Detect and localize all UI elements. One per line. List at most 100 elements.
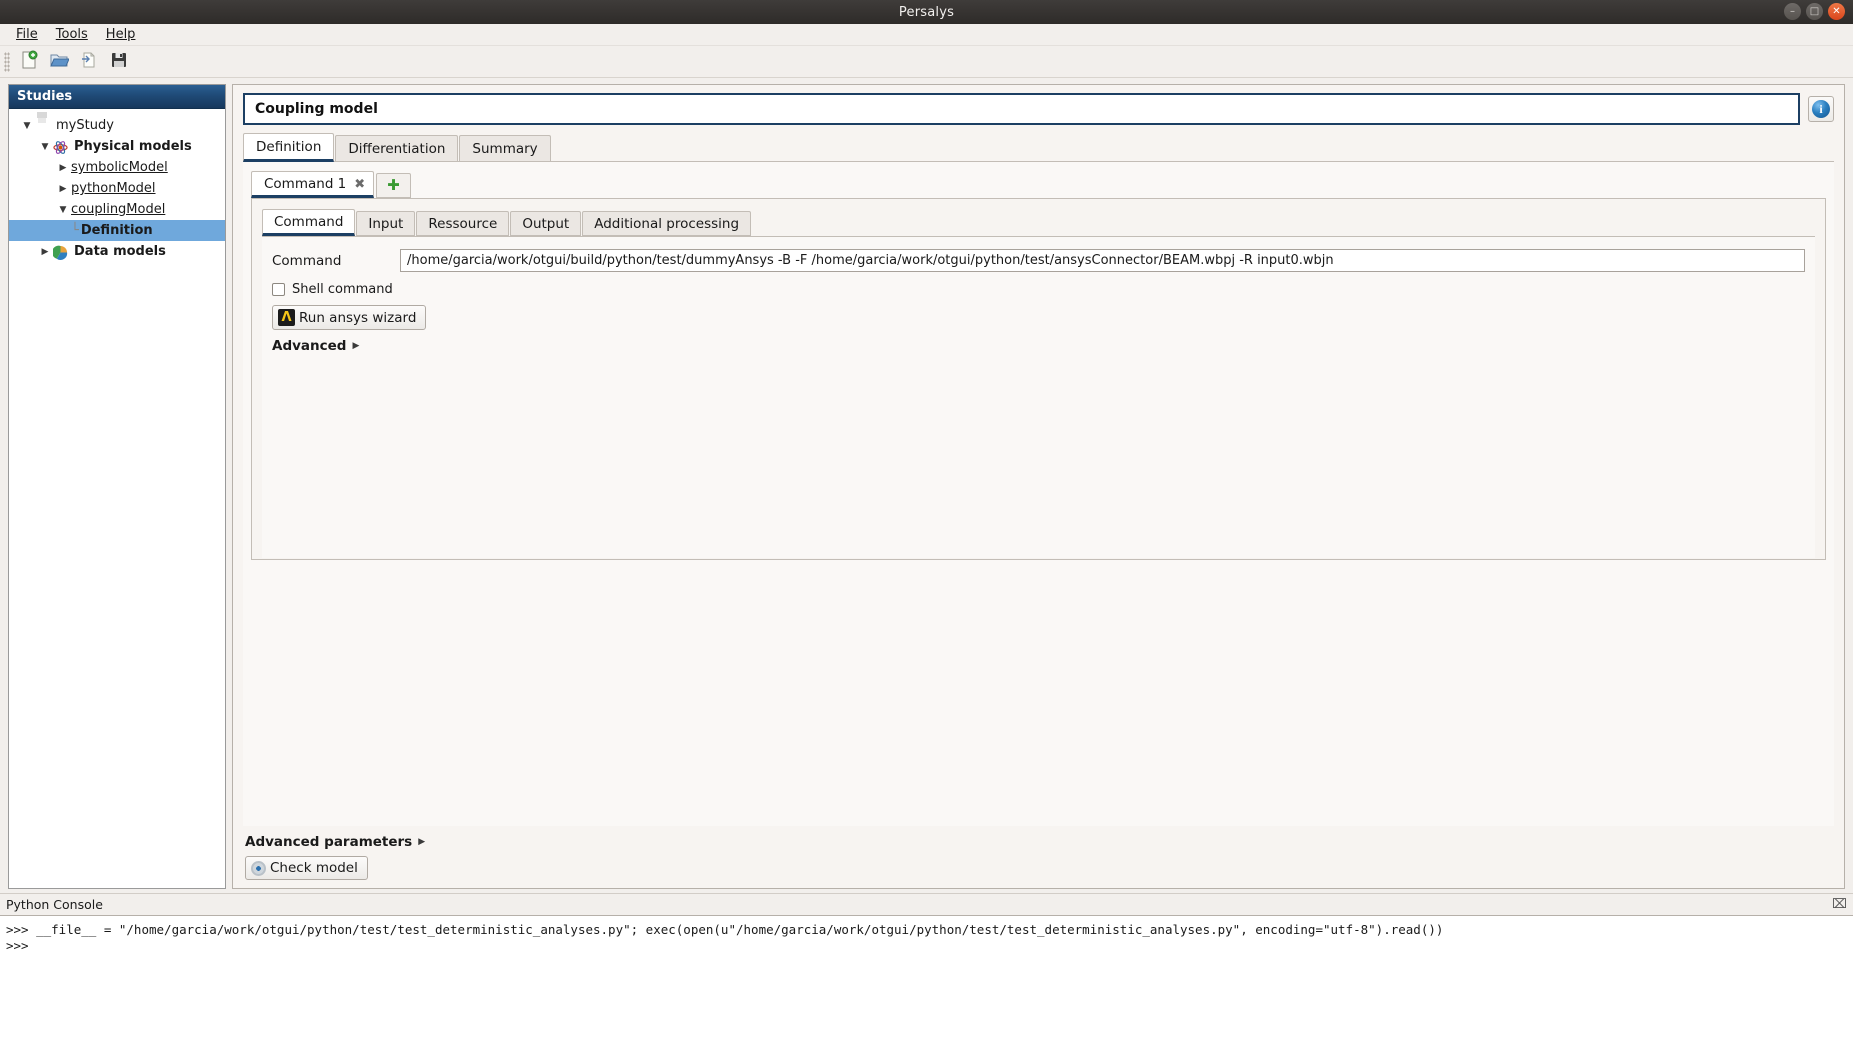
- python-console-title: Python Console: [6, 897, 103, 912]
- studies-panel-header: Studies: [9, 85, 225, 109]
- pie-icon: [53, 244, 71, 260]
- python-console-header: Python Console ⌧: [0, 893, 1853, 915]
- tab-command-1[interactable]: Command 1 ✖: [251, 171, 374, 198]
- advanced-parameters-label: Advanced parameters: [245, 834, 412, 850]
- tree-item-physical-models-label: Physical models: [74, 139, 192, 154]
- command-input[interactable]: /home/garcia/work/otgui/build/python/tes…: [400, 249, 1805, 272]
- close-icon[interactable]: ✖: [354, 177, 365, 192]
- close-icon[interactable]: ⌧: [1832, 897, 1847, 912]
- menu-help-label: Help: [106, 27, 136, 42]
- tree-item-physical-models[interactable]: ▼ Physical models: [9, 136, 225, 157]
- studies-panel: Studies ▼ myStudy ▼ Physical models: [8, 84, 226, 889]
- check-model-button[interactable]: Check model: [245, 856, 368, 880]
- command-panel: Command Input Ressource Output Additiona…: [251, 198, 1826, 560]
- chevron-right-icon[interactable]: ▶: [55, 163, 71, 173]
- advanced-label: Advanced: [272, 338, 346, 354]
- tab-ressource-label: Ressource: [428, 216, 497, 232]
- tab-differentiation[interactable]: Differentiation: [335, 135, 458, 161]
- command-label: Command: [272, 253, 400, 269]
- tree-item-couplingmodel[interactable]: ▼ couplingModel: [9, 199, 225, 220]
- inner-tabs: Command Input Ressource Output Additiona…: [262, 209, 1815, 236]
- close-window-button[interactable]: ✕: [1828, 3, 1845, 20]
- tree-item-mystudy-label: myStudy: [56, 118, 114, 133]
- minimize-button[interactable]: –: [1784, 3, 1801, 20]
- tree-item-mystudy[interactable]: ▼ myStudy: [9, 115, 225, 136]
- add-command-button[interactable]: ✚: [376, 173, 411, 198]
- toolbar-drag-handle[interactable]: [4, 52, 10, 72]
- chevron-down-icon[interactable]: ▼: [19, 121, 35, 131]
- atom-icon: [53, 139, 71, 155]
- import-script-button[interactable]: [75, 49, 103, 75]
- tab-ressource[interactable]: Ressource: [416, 211, 509, 236]
- new-document-icon: [19, 50, 39, 74]
- open-study-button[interactable]: [45, 49, 73, 75]
- tree-item-symbolicmodel[interactable]: ▶ symbolicModel: [9, 157, 225, 178]
- tree-item-couplingmodel-label: couplingModel: [71, 202, 165, 217]
- outer-tabs: Definition Differentiation Summary: [243, 133, 1834, 161]
- new-study-button[interactable]: [15, 49, 43, 75]
- main-area: Studies ▼ myStudy ▼ Physical models: [0, 78, 1853, 893]
- command-tab-body: Command /home/garcia/work/otgui/build/py…: [262, 236, 1815, 558]
- shell-command-label: Shell command: [292, 282, 393, 297]
- shell-command-row[interactable]: Shell command: [272, 282, 1805, 297]
- tab-differentiation-label: Differentiation: [348, 141, 445, 157]
- tab-command[interactable]: Command: [262, 209, 355, 236]
- info-button[interactable]: i: [1808, 96, 1834, 122]
- content-panel: Coupling model i Definition Differentiat…: [232, 84, 1845, 889]
- import-script-icon: [79, 50, 99, 74]
- menubar: File Tools Help: [0, 24, 1853, 46]
- open-folder-icon: [49, 50, 69, 74]
- maximize-button[interactable]: □: [1806, 3, 1823, 20]
- advanced-parameters-disclosure[interactable]: Advanced parameters ▶: [245, 834, 1832, 850]
- chevron-down-icon[interactable]: ▼: [37, 142, 53, 152]
- tab-definition-label: Definition: [256, 139, 321, 155]
- tab-summary[interactable]: Summary: [459, 135, 550, 161]
- menu-help[interactable]: Help: [98, 25, 144, 44]
- toolbar: [0, 46, 1853, 78]
- tab-output[interactable]: Output: [510, 211, 581, 236]
- menu-tools-label: Tools: [56, 27, 88, 42]
- page-title-row: Coupling model i: [243, 93, 1834, 125]
- tab-input[interactable]: Input: [356, 211, 415, 236]
- tree-item-definition[interactable]: └ Definition: [9, 220, 225, 241]
- tree-item-symbolicmodel-label: symbolicModel: [71, 160, 168, 175]
- plus-icon: ✚: [387, 176, 400, 194]
- menu-tools[interactable]: Tools: [48, 25, 96, 44]
- floppy-save-icon: [109, 50, 129, 74]
- command-tabs: Command 1 ✖ ✚: [251, 170, 1826, 198]
- window-controls: – □ ✕: [1784, 3, 1845, 20]
- tab-additional-processing-label: Additional processing: [594, 216, 739, 232]
- advanced-disclosure[interactable]: Advanced ▶: [272, 338, 1805, 354]
- tab-input-label: Input: [368, 216, 403, 232]
- menu-file-label: File: [16, 27, 38, 42]
- chevron-right-icon[interactable]: ▶: [55, 184, 71, 194]
- tab-output-label: Output: [522, 216, 569, 232]
- info-icon: i: [1812, 100, 1830, 118]
- run-ansys-wizard-label: Run ansys wizard: [299, 310, 416, 326]
- chevron-right-icon: ▶: [418, 837, 425, 847]
- floppy-icon: [35, 118, 53, 134]
- chevron-down-icon[interactable]: ▼: [55, 205, 71, 215]
- studies-tree: ▼ myStudy ▼ Physical models ▶: [9, 109, 225, 888]
- shell-command-checkbox[interactable]: [272, 283, 285, 296]
- python-console-panel: Python Console ⌧ >>> __file__ = "/home/g…: [0, 893, 1853, 1053]
- window-titlebar: Persalys – □ ✕: [0, 0, 1853, 24]
- python-console-output[interactable]: >>> __file__ = "/home/garcia/work/otgui/…: [0, 915, 1853, 1053]
- tree-item-pythonmodel-label: pythonModel: [71, 181, 156, 196]
- save-study-button[interactable]: [105, 49, 133, 75]
- page-title: Coupling model: [243, 93, 1800, 125]
- tree-item-data-models[interactable]: ▶ Data models: [9, 241, 225, 262]
- check-model-label: Check model: [270, 860, 358, 876]
- window-title: Persalys: [899, 5, 954, 20]
- tab-command-1-label: Command 1: [264, 176, 346, 192]
- tab-summary-label: Summary: [472, 141, 537, 157]
- chevron-right-icon[interactable]: ▶: [37, 247, 53, 257]
- menu-file[interactable]: File: [8, 25, 46, 44]
- tree-item-pythonmodel[interactable]: ▶ pythonModel: [9, 178, 225, 199]
- definition-tab-body: Command 1 ✖ ✚ Command Input Ressource Ou…: [243, 161, 1834, 826]
- tab-definition[interactable]: Definition: [243, 133, 334, 162]
- run-ansys-wizard-button[interactable]: Λ Run ansys wizard: [272, 305, 426, 330]
- tab-additional-processing[interactable]: Additional processing: [582, 211, 751, 236]
- console-line: >>>: [6, 938, 1847, 954]
- gear-icon: [251, 861, 266, 876]
